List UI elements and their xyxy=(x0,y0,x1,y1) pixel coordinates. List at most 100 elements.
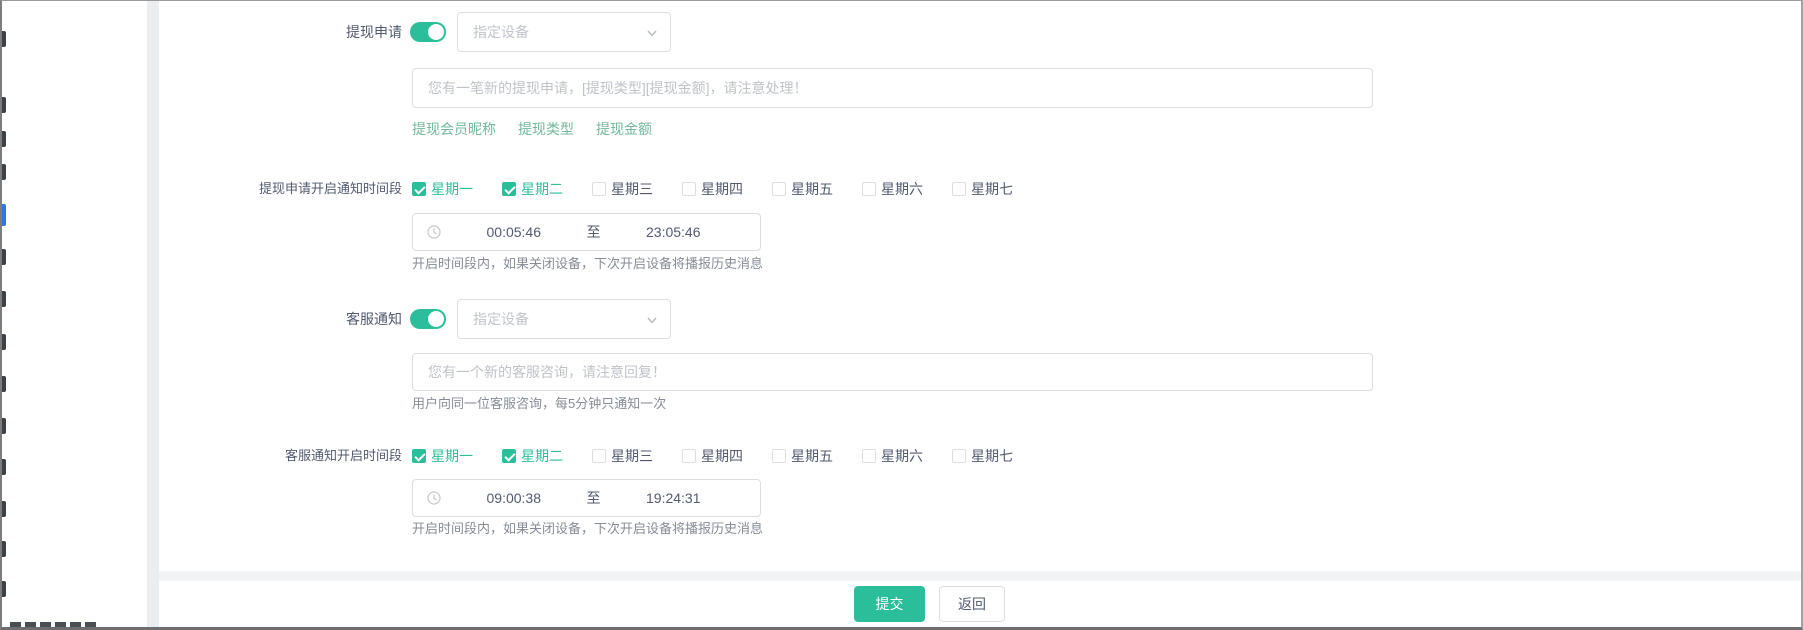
service-time-range-row: 09:00:38 至 19:24:31 xyxy=(159,479,1801,517)
checkbox-icon xyxy=(592,182,606,196)
hint-text: 开启时间段内，如果关闭设备，下次开启设备将播报历史消息 xyxy=(412,256,763,272)
weekday-checkbox-sat[interactable]: 星期六 xyxy=(862,446,923,466)
footer-buttons: 提交 返回 xyxy=(854,586,1005,622)
chevron-down-icon xyxy=(646,314,658,326)
select-placeholder: 指定设备 xyxy=(473,309,529,329)
footer-bar: 提交 返回 xyxy=(159,581,1801,627)
checkbox-icon xyxy=(592,449,606,463)
service-device-select[interactable]: 指定设备 xyxy=(457,299,671,339)
weekday-checkbox-sat[interactable]: 星期六 xyxy=(862,179,923,199)
insert-tag-link[interactable]: 提现会员昵称 xyxy=(412,120,496,139)
service-message-row xyxy=(159,353,1801,391)
panel-divider xyxy=(147,1,159,627)
menu-icon-fragment xyxy=(2,418,6,434)
menu-icon-fragment xyxy=(2,581,6,597)
withdraw-toggle-row: 提现申请 指定设备 xyxy=(159,12,1801,52)
content-area: 提现申请 指定设备 提现会 xyxy=(159,1,1801,627)
submit-button[interactable]: 提交 xyxy=(854,586,925,622)
withdraw-label: 提现申请 xyxy=(159,22,402,42)
menu-icon-fragment xyxy=(2,376,6,392)
time-separator: 至 xyxy=(587,488,601,508)
service-message-input[interactable] xyxy=(412,353,1373,391)
time-start-value[interactable]: 09:00:38 xyxy=(441,490,587,506)
toggle-knob xyxy=(428,311,444,327)
withdraw-device-select[interactable]: 指定设备 xyxy=(457,12,671,52)
clipped-text-fragment xyxy=(10,622,100,627)
clock-icon xyxy=(427,225,441,239)
weekday-checkbox-mon[interactable]: 星期一 xyxy=(412,446,473,466)
menu-icon-fragment xyxy=(2,97,6,113)
active-menu-icon-fragment xyxy=(2,204,6,226)
weekday-checkbox-wed[interactable]: 星期三 xyxy=(592,179,653,199)
weekday-checkbox-sun[interactable]: 星期七 xyxy=(952,179,1013,199)
menu-icon-fragment xyxy=(2,249,6,265)
checkbox-icon xyxy=(682,449,696,463)
withdraw-insert-tags: 提现会员昵称 提现类型 提现金额 xyxy=(159,120,1801,139)
time-end-value[interactable]: 19:24:31 xyxy=(601,490,747,506)
collapsed-menu-sliver xyxy=(2,1,6,627)
back-button[interactable]: 返回 xyxy=(939,586,1005,622)
weekday-checkbox-thu[interactable]: 星期四 xyxy=(682,179,743,199)
checkbox-icon xyxy=(412,182,426,196)
menu-icon-fragment xyxy=(2,459,6,475)
withdraw-toggle[interactable] xyxy=(410,22,446,42)
chevron-down-icon xyxy=(646,27,658,39)
service-toggle[interactable] xyxy=(410,309,446,329)
withdraw-schedule-days-row: 提现申请开启通知时间段 星期一 星期二 星期三 xyxy=(159,179,1801,198)
checkbox-icon xyxy=(952,449,966,463)
weekday-checkbox-group: 星期一 星期二 星期三 星期四 星期五 xyxy=(412,179,1042,199)
checkbox-icon xyxy=(682,182,696,196)
service-label: 客服通知 xyxy=(159,309,402,329)
checkbox-icon xyxy=(772,182,786,196)
time-end-value[interactable]: 23:05:46 xyxy=(601,224,747,240)
weekday-checkbox-wed[interactable]: 星期三 xyxy=(592,446,653,466)
weekday-checkbox-thu[interactable]: 星期四 xyxy=(682,446,743,466)
app-window: 提现申请 指定设备 提现会 xyxy=(0,0,1803,630)
menu-icon-fragment xyxy=(2,291,6,307)
hint-text: 用户向同一位客服咨询，每5分钟只通知一次 xyxy=(412,396,666,412)
weekday-checkbox-sun[interactable]: 星期七 xyxy=(952,446,1013,466)
checkbox-icon xyxy=(952,182,966,196)
service-hint-row: 用户向同一位客服咨询，每5分钟只通知一次 xyxy=(159,396,1801,412)
checkbox-icon xyxy=(412,449,426,463)
weekday-checkbox-tue[interactable]: 星期二 xyxy=(502,446,563,466)
time-separator: 至 xyxy=(587,222,601,242)
service-time-range-picker[interactable]: 09:00:38 至 19:24:31 xyxy=(412,479,761,517)
withdraw-message-row xyxy=(159,68,1801,108)
weekday-checkbox-fri[interactable]: 星期五 xyxy=(772,446,833,466)
settings-form-card: 提现申请 指定设备 提现会 xyxy=(159,1,1801,571)
menu-icon-fragment xyxy=(2,541,6,557)
menu-icon-fragment xyxy=(2,334,6,350)
select-placeholder: 指定设备 xyxy=(473,22,529,42)
checkbox-icon xyxy=(862,182,876,196)
service-schedule-hint-row: 开启时间段内，如果关闭设备，下次开启设备将播报历史消息 xyxy=(159,521,1801,537)
sidebar-panel xyxy=(6,1,147,627)
withdraw-schedule-label: 提现申请开启通知时间段 xyxy=(159,179,402,198)
checkbox-icon xyxy=(502,449,516,463)
checkbox-icon xyxy=(772,449,786,463)
weekday-checkbox-fri[interactable]: 星期五 xyxy=(772,179,833,199)
weekday-checkbox-tue[interactable]: 星期二 xyxy=(502,179,563,199)
menu-icon-fragment xyxy=(2,164,6,180)
footer-divider xyxy=(159,571,1801,581)
menu-icon-fragment xyxy=(2,131,6,147)
insert-tag-link[interactable]: 提现金额 xyxy=(596,120,652,139)
service-schedule-label: 客服通知开启时间段 xyxy=(159,446,402,465)
weekday-checkbox-group: 星期一 星期二 星期三 星期四 星期五 xyxy=(412,446,1042,466)
withdraw-message-input[interactable] xyxy=(412,68,1373,108)
notification-settings-form: 提现申请 指定设备 提现会 xyxy=(159,1,1801,537)
withdraw-time-range-row: 00:05:46 至 23:05:46 xyxy=(159,213,1801,251)
weekday-checkbox-mon[interactable]: 星期一 xyxy=(412,179,473,199)
insert-tag-link[interactable]: 提现类型 xyxy=(518,120,574,139)
menu-icon-fragment xyxy=(2,501,6,517)
menu-icon-fragment xyxy=(2,31,6,47)
time-start-value[interactable]: 00:05:46 xyxy=(441,224,587,240)
checkbox-icon xyxy=(862,449,876,463)
withdraw-schedule-hint-row: 开启时间段内，如果关闭设备，下次开启设备将播报历史消息 xyxy=(159,256,1801,272)
clock-icon xyxy=(427,491,441,505)
hint-text: 开启时间段内，如果关闭设备，下次开启设备将播报历史消息 xyxy=(412,521,763,537)
withdraw-time-range-picker[interactable]: 00:05:46 至 23:05:46 xyxy=(412,213,761,251)
service-toggle-row: 客服通知 指定设备 xyxy=(159,299,1801,339)
service-schedule-days-row: 客服通知开启时间段 星期一 星期二 星期三 xyxy=(159,446,1801,465)
toggle-knob xyxy=(428,24,444,40)
